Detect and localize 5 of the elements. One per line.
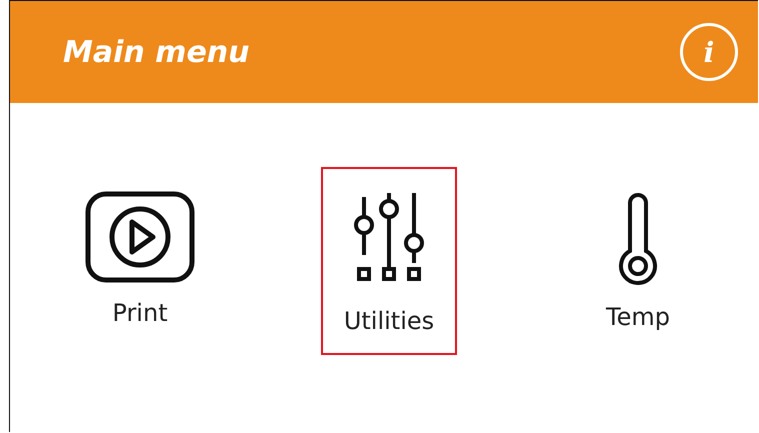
play-icon [85,191,195,283]
menu-item[interactable]: Print [72,167,208,355]
menu-title: Main menu [63,34,250,70]
menu-item[interactable]: Utilities [321,167,457,355]
menu-item[interactable]: Temp [570,167,706,355]
